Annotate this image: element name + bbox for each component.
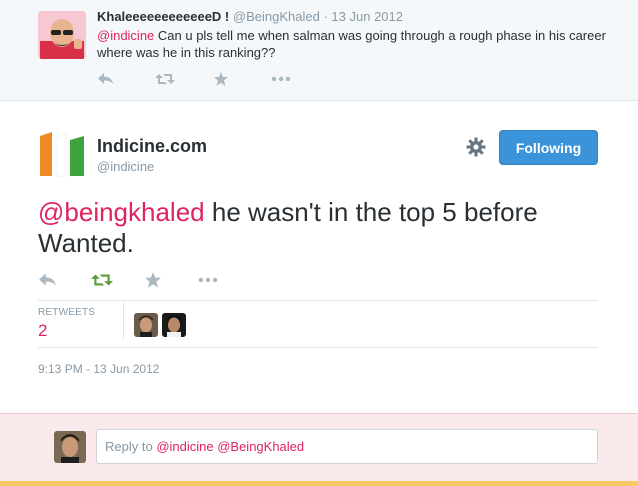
more-icon bbox=[198, 277, 218, 283]
reply-action[interactable] bbox=[97, 70, 155, 88]
cartoon-avatar-image bbox=[38, 11, 86, 59]
retweets-count[interactable]: 2 bbox=[38, 321, 47, 341]
main-reply-action[interactable] bbox=[38, 270, 91, 290]
tweet-timestamp[interactable]: 9:13 PM - 13 Jun 2012 bbox=[38, 362, 159, 376]
retweet-icon bbox=[155, 74, 175, 84]
reply-prefix: Reply to bbox=[105, 439, 157, 454]
stats-bottom-divider bbox=[38, 347, 598, 348]
main-tweet-text: @beingkhaled he wasn't in the top 5 befo… bbox=[38, 197, 608, 259]
main-handle[interactable]: @indicine bbox=[97, 159, 154, 174]
reply-input[interactable]: Reply to @indicine @BeingKhaled bbox=[96, 429, 598, 464]
gear-icon[interactable] bbox=[466, 137, 486, 157]
more-icon bbox=[271, 76, 291, 82]
favorite-icon bbox=[145, 272, 161, 288]
retweet-icon bbox=[91, 274, 113, 286]
indicine-logo-image bbox=[38, 130, 86, 178]
favorite-icon bbox=[214, 72, 228, 86]
main-favorite-action[interactable] bbox=[144, 270, 197, 290]
gear-icon-graphic bbox=[466, 137, 486, 157]
main-more-action[interactable] bbox=[197, 270, 250, 290]
main-display-name[interactable]: Indicine.com bbox=[97, 136, 207, 157]
parent-tweet-body: Can u pls tell me when salman was going … bbox=[97, 28, 606, 60]
current-user-avatar bbox=[54, 431, 86, 463]
more-action[interactable] bbox=[271, 70, 329, 88]
parent-date[interactable]: 13 Jun 2012 bbox=[331, 9, 403, 24]
main-mention-link[interactable]: @beingkhaled bbox=[38, 197, 205, 227]
bottom-strip bbox=[0, 481, 638, 486]
stats-top-divider bbox=[38, 300, 598, 301]
stats-separator bbox=[123, 302, 124, 340]
parent-display-name[interactable]: KhaleeeeeeeeeeeeD ! bbox=[97, 9, 229, 24]
following-button[interactable]: Following bbox=[499, 130, 598, 165]
reply-icon bbox=[98, 73, 113, 84]
parent-handle[interactable]: @BeingKhaled bbox=[233, 9, 320, 24]
retweeter-avatar[interactable] bbox=[162, 313, 186, 337]
parent-separator: · bbox=[323, 9, 328, 24]
parent-avatar[interactable] bbox=[38, 11, 86, 59]
main-tweet-actions bbox=[38, 270, 250, 290]
main-retweet-action[interactable] bbox=[91, 270, 144, 290]
parent-tweet[interactable]: KhaleeeeeeeeeeeeD ! @BeingKhaled · 13 Ju… bbox=[0, 0, 638, 101]
retweeter-photo bbox=[134, 313, 158, 337]
parent-tweet-text: @indicine Can u pls tell me when salman … bbox=[97, 27, 607, 61]
reply-icon bbox=[39, 273, 56, 286]
parent-mention-link[interactable]: @indicine bbox=[97, 28, 154, 43]
parent-tweet-actions bbox=[97, 70, 329, 88]
retweeter-avatar[interactable] bbox=[134, 313, 158, 337]
favorite-action[interactable] bbox=[213, 70, 271, 88]
reply-mentions: @indicine @BeingKhaled bbox=[156, 439, 305, 454]
retweets-label: RETWEETS bbox=[38, 307, 96, 318]
retweeter-photo bbox=[162, 313, 186, 337]
parent-tweet-header: KhaleeeeeeeeeeeeD ! @BeingKhaled · 13 Ju… bbox=[97, 9, 403, 24]
main-avatar[interactable] bbox=[38, 130, 86, 178]
current-user-photo bbox=[54, 431, 86, 463]
retweet-action[interactable] bbox=[155, 70, 213, 88]
